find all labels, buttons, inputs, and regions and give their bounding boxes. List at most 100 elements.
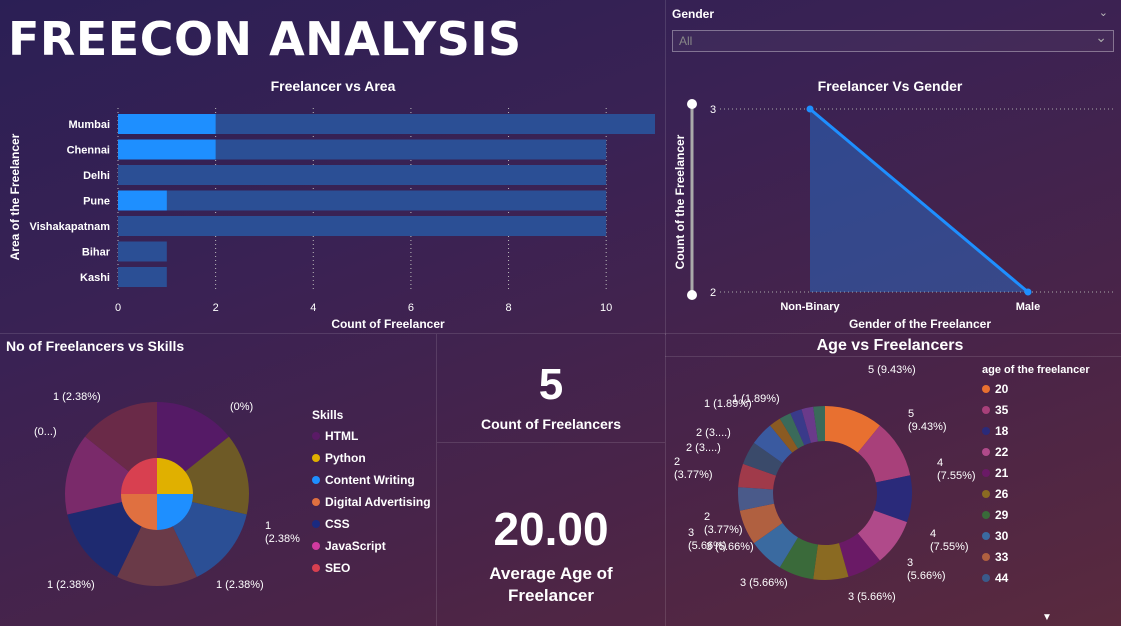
x-tick-label: 6 — [408, 302, 414, 314]
x-tick-label: Male — [1016, 301, 1040, 313]
legend-item[interactable]: Python — [312, 447, 431, 469]
range-slider-handle-top[interactable] — [687, 99, 697, 109]
legend-marker — [982, 468, 990, 477]
data-label: 2 (3....) — [686, 442, 721, 454]
slicer-value: All — [679, 34, 693, 48]
area-chart-title: Freelancer vs Area — [270, 78, 396, 94]
divider — [665, 356, 1121, 357]
legend-label: 44 — [995, 570, 1009, 585]
skills-legend-title: Skills — [312, 408, 344, 422]
legend-item[interactable]: 29 — [982, 504, 1118, 525]
legend-label: 29 — [995, 507, 1009, 522]
legend-marker — [312, 564, 320, 572]
age-chart: 5 (9.43%)5(9.43%)4(7.55%)4(7.55%)3(5.66%… — [674, 364, 976, 603]
scroll-down-icon[interactable]: ▼ — [1042, 612, 1052, 623]
kpi-age-label: Average Age of — [489, 564, 613, 583]
y-tick-label: Delhi — [83, 170, 110, 182]
data-label: (5.66%) — [688, 540, 727, 552]
skills-chart-title: No of Freelancers vs Skills — [6, 338, 185, 354]
gender-chart-title: Freelancer Vs Gender — [817, 78, 963, 94]
data-point — [806, 105, 814, 113]
legend-item[interactable]: 44 — [982, 567, 1118, 588]
data-label: (7.55%) — [937, 470, 976, 482]
bar — [118, 165, 607, 185]
data-label: (0...) — [34, 426, 57, 438]
kpi-count-value: 5 — [538, 360, 564, 409]
legend-marker — [312, 454, 320, 462]
data-point — [1024, 288, 1032, 296]
y-tick-label: Vishakapatnam — [29, 221, 110, 233]
age-legend-title: age of the freelancer — [982, 364, 1090, 376]
x-tick-label: Non-Binary — [780, 301, 840, 313]
legend-item[interactable]: 18 — [982, 420, 1118, 441]
x-tick-label: 10 — [600, 302, 612, 314]
data-label: 2 — [674, 456, 680, 468]
legend-item[interactable]: CSS — [312, 513, 431, 535]
age-chart-title: Age vs Freelancers — [816, 337, 964, 354]
legend-item[interactable]: 21 — [982, 462, 1118, 483]
age-legend: age of the freelancer 20 35 18 22 21 26 29 30 33… — [982, 364, 1118, 588]
bar — [118, 190, 607, 211]
data-label: 4 — [937, 457, 943, 469]
legend-item[interactable]: 26 — [982, 483, 1118, 504]
legend-item[interactable]: 22 — [982, 441, 1118, 462]
legend-item[interactable]: SEO — [312, 557, 431, 579]
legend-marker — [982, 384, 990, 393]
legend-item[interactable]: 35 — [982, 399, 1118, 420]
legend-item[interactable]: Content Writing — [312, 469, 431, 491]
legend-label: 26 — [995, 486, 1009, 501]
y-tick-label: Pune — [83, 196, 110, 208]
divider — [0, 333, 1121, 334]
y-tick-label: Mumbai — [68, 119, 110, 131]
bar — [118, 216, 607, 236]
data-label: 3 (5.66%) — [848, 591, 896, 603]
legend-marker — [982, 405, 990, 414]
legend-marker — [982, 510, 990, 519]
bar-highlight — [118, 114, 216, 134]
legend-label: 20 — [995, 381, 1009, 396]
data-label: 1 (1.89%) — [732, 393, 780, 405]
legend-label: 30 — [995, 528, 1009, 543]
legend-item[interactable]: 33 — [982, 546, 1118, 567]
bar-highlight — [118, 190, 167, 211]
data-label: (0%) — [230, 401, 253, 413]
legend-label: CSS — [325, 517, 350, 531]
legend-marker — [312, 498, 320, 506]
data-label: 1 (2.38%) — [216, 579, 264, 591]
data-label: (7.55%) — [930, 541, 969, 553]
y-tick-label: Kashi — [80, 272, 110, 284]
legend-item[interactable]: 30 — [982, 525, 1118, 546]
legend-item[interactable]: Digital Advertising — [312, 491, 431, 513]
y-tick-label: Bihar — [82, 247, 111, 259]
slicer-label: Gender — [672, 7, 715, 21]
legend-marker — [982, 447, 990, 456]
data-label: 2 (3....) — [696, 427, 731, 439]
chevron-down-icon[interactable]: ⌄ — [1099, 6, 1108, 19]
legend-item[interactable]: HTML — [312, 425, 431, 447]
y-tick-label: 3 — [710, 104, 716, 116]
legend-label: 18 — [995, 423, 1009, 438]
legend-item[interactable]: 20 — [982, 378, 1118, 399]
y-tick-label: Chennai — [67, 145, 110, 157]
kpi-count-label: Count of Freelancers — [480, 416, 622, 432]
data-label: 5 (9.43%) — [868, 364, 916, 376]
kpi-age-label: Freelancer — [508, 586, 594, 605]
legend-label: 22 — [995, 444, 1009, 459]
data-label: 2 — [704, 511, 710, 523]
gender-slicer: Gender ⌄ All ⌄ — [672, 4, 1114, 52]
page-title: FREECON ANALYSIS — [8, 12, 522, 66]
legend-label: HTML — [325, 429, 359, 443]
data-label: 1 (2.38%) — [47, 579, 95, 591]
x-tick-label: 4 — [310, 302, 316, 314]
data-label: 1 (2.38%) — [53, 391, 101, 403]
legend-label: Digital Advertising — [325, 495, 431, 509]
legend-label: 21 — [995, 465, 1009, 480]
slicer-dropdown[interactable]: All ⌄ — [672, 29, 1114, 52]
gender-chart-xlabel: Gender of the Freelancer — [848, 317, 992, 331]
data-label: 4 — [930, 528, 936, 540]
legend-label: SEO — [325, 561, 351, 575]
range-slider-handle-bottom[interactable] — [687, 290, 697, 300]
legend-label: JavaScript — [325, 539, 386, 553]
legend-marker — [312, 432, 320, 440]
legend-item[interactable]: JavaScript — [312, 535, 431, 557]
